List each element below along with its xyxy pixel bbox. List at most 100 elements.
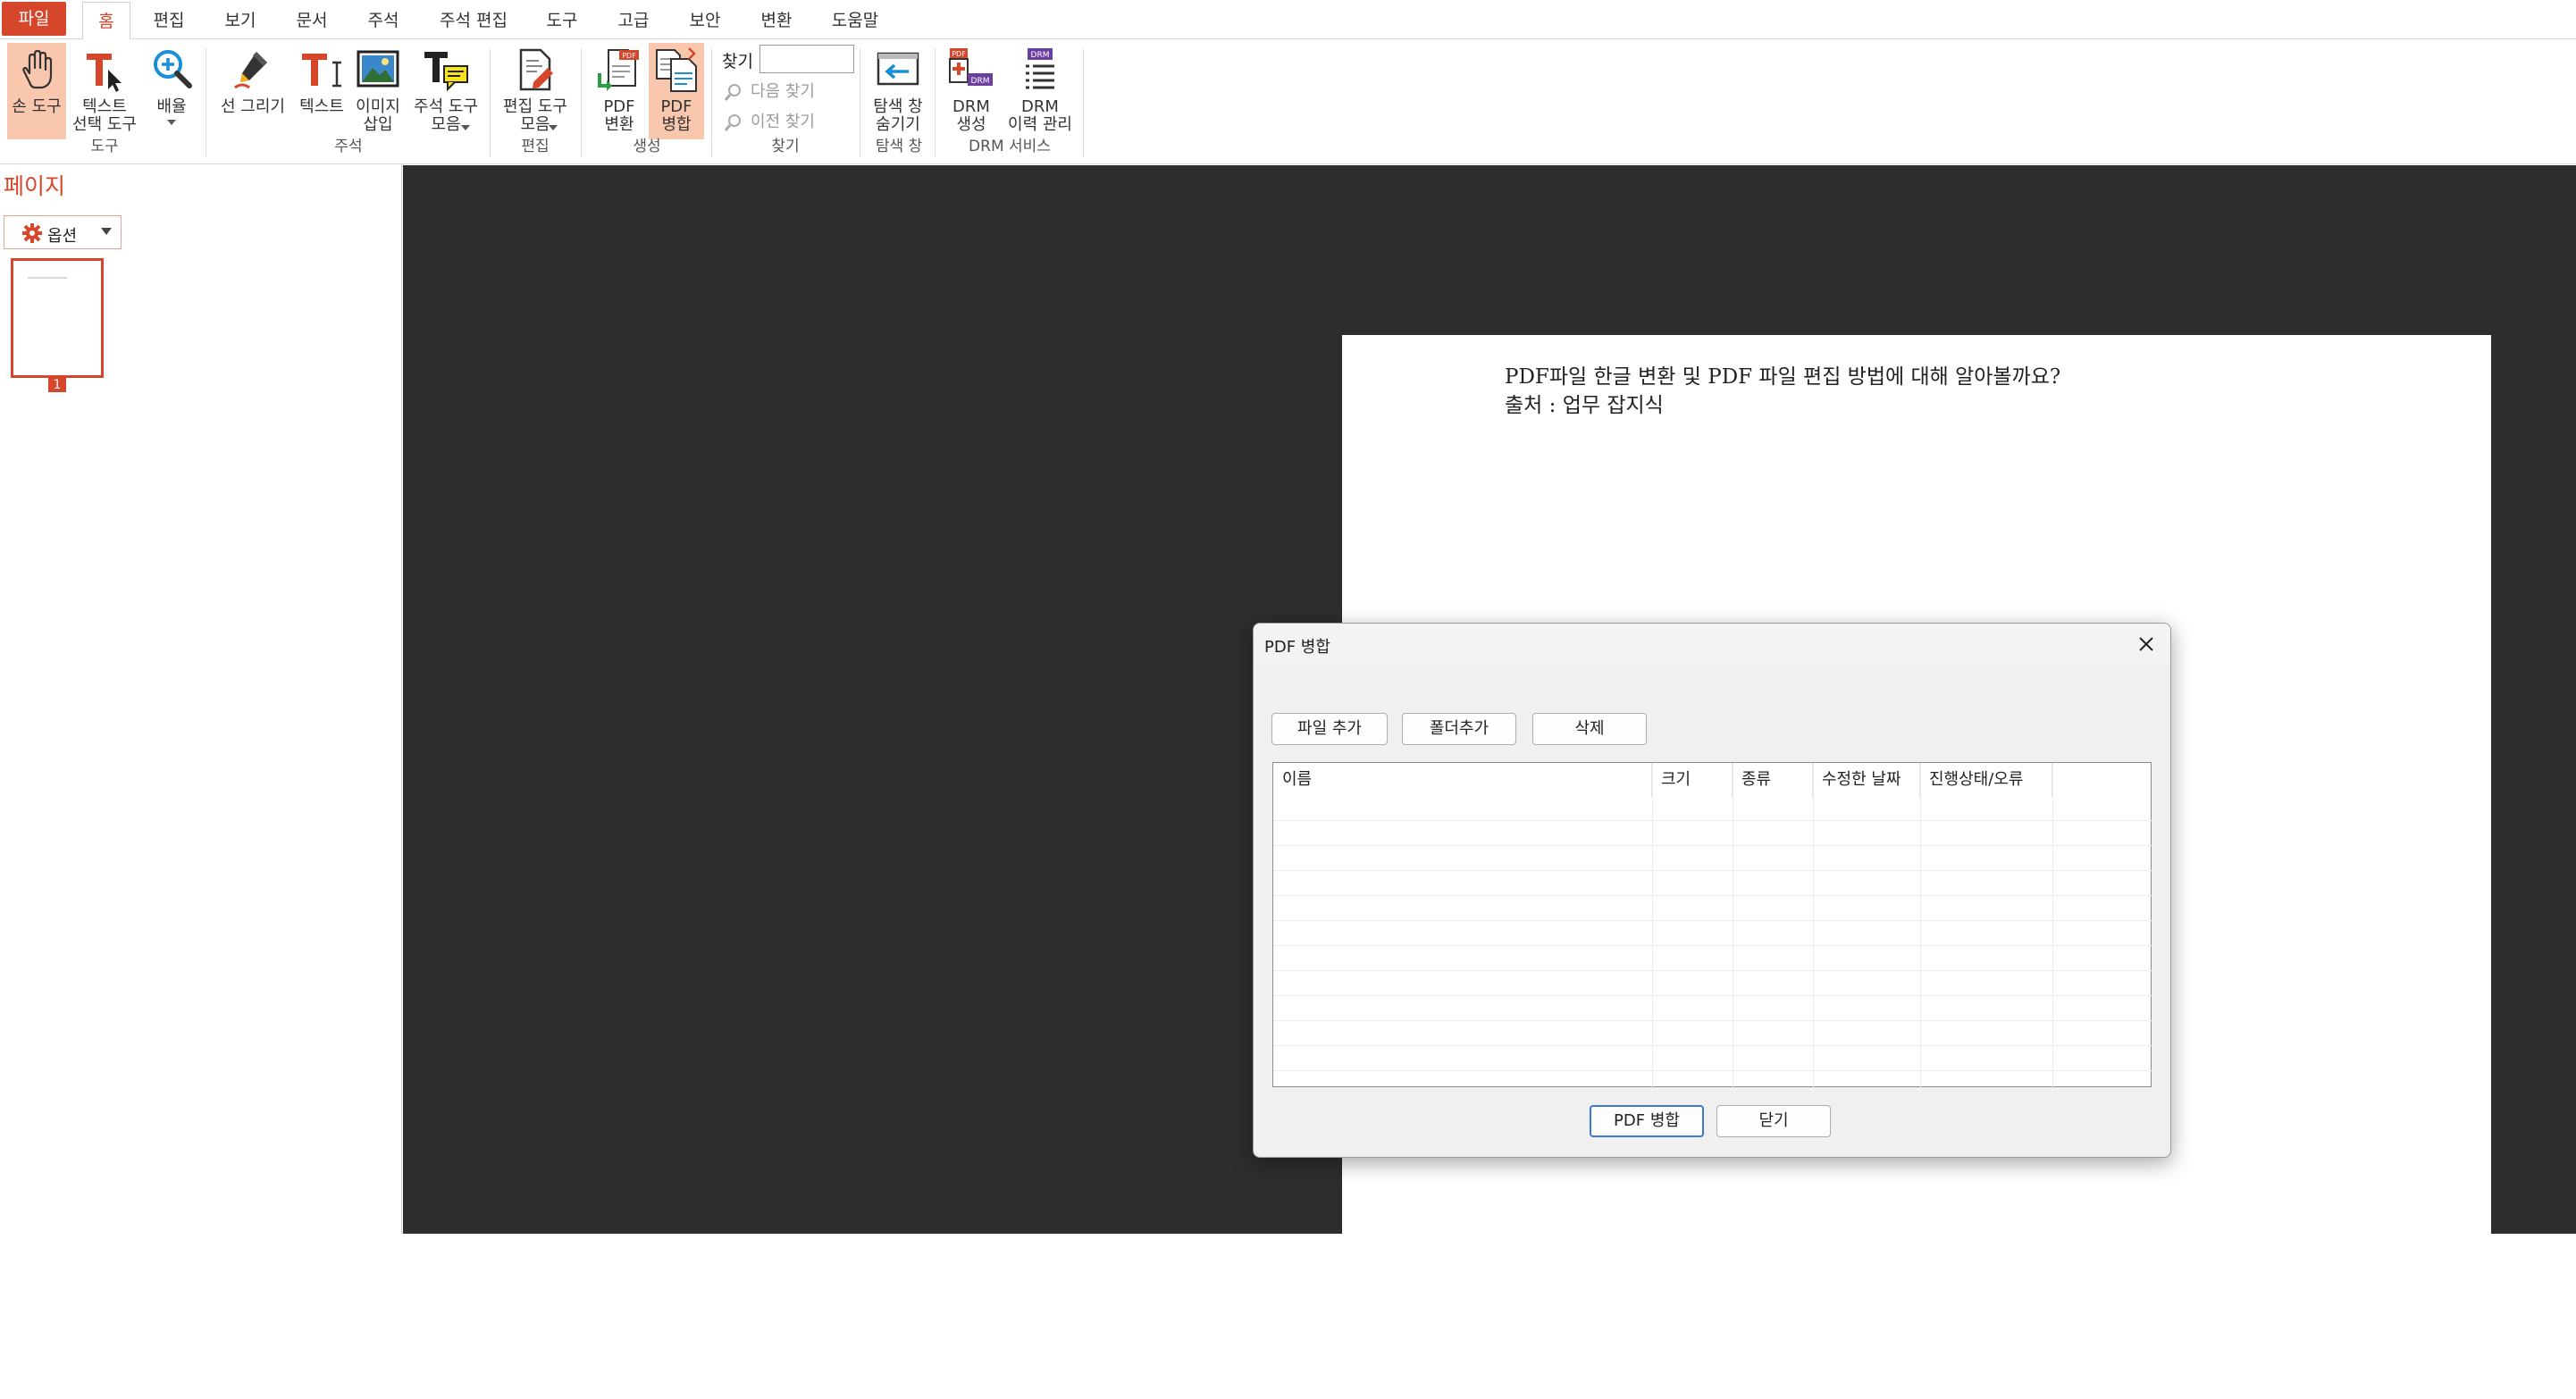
draw-line-button[interactable]: 선 그리기 <box>214 43 291 139</box>
column-header-status[interactable]: 진행상태/오류 <box>1920 763 2052 797</box>
table-row-divider <box>1273 1020 2152 1021</box>
ribbon-tab-bar: 파일 홈 편집 보기 문서 주석 주석 편집 도구 고급 보안 변환 도움말 <box>0 0 2576 40</box>
column-header-modified[interactable]: 수정한 날짜 <box>1813 763 1920 797</box>
group-label-nav: 탐색 창 <box>875 138 923 155</box>
text-button[interactable]: 텍스트 <box>295 43 348 139</box>
page-thumbnail[interactable] <box>11 258 104 378</box>
column-divider <box>1652 763 1653 1088</box>
group-label-find: 찾기 <box>771 138 800 155</box>
close-button[interactable]: 닫기 <box>1716 1105 1831 1137</box>
text-label: 텍스트 <box>299 97 344 116</box>
file-list-table[interactable]: 이름 크기 종류 수정한 날짜 진행상태/오류 <box>1272 762 2152 1088</box>
pdf-merge-button[interactable]: PDF 병합 <box>649 43 704 139</box>
close-icon[interactable] <box>2135 632 2158 656</box>
tab-advanced[interactable]: 고급 <box>611 2 656 39</box>
table-row-divider <box>1273 870 2152 871</box>
pdf-convert-label: PDF 변환 <box>603 97 635 134</box>
tab-comment[interactable]: 주석 <box>361 2 406 39</box>
column-divider <box>1813 763 1814 1088</box>
find-label: 찾기 <box>722 52 753 71</box>
dialog-title: PDF 병합 <box>1264 638 1330 657</box>
table-row-divider <box>1273 945 2152 946</box>
tab-convert[interactable]: 변환 <box>754 2 799 39</box>
column-divider <box>1920 763 1921 1088</box>
text-select-tool-label: 텍스트 선택 도구 <box>72 97 137 134</box>
add-folder-button[interactable]: 폴더추가 <box>1402 713 1516 745</box>
comment-tools-label: 주석 도구 모음 <box>414 97 478 134</box>
zoom-label: 배율 <box>156 97 187 116</box>
marker-pen-icon <box>234 52 267 89</box>
pdf-merge-icon <box>656 47 697 92</box>
group-label-tools: 도구 <box>90 138 119 155</box>
zoom-button[interactable]: 배율 <box>147 43 197 139</box>
table-row-divider <box>1273 820 2152 821</box>
table-row-divider <box>1273 1070 2152 1071</box>
tab-file[interactable]: 파일 <box>2 2 66 36</box>
text-icon <box>302 54 341 88</box>
pdf-convert-button[interactable]: PDF PDF 변환 <box>590 43 649 139</box>
group-label-drm: DRM 서비스 <box>969 138 1051 155</box>
insert-image-label: 이미지 삽입 <box>356 97 400 134</box>
insert-image-button[interactable]: 이미지 삽입 <box>352 43 404 139</box>
hide-panel-icon <box>877 52 919 86</box>
chevron-down-icon <box>101 228 112 235</box>
options-label: 옵션 <box>47 227 78 246</box>
chevron-down-icon <box>461 125 470 130</box>
column-header-type[interactable]: 종류 <box>1733 763 1813 797</box>
text-select-tool-button[interactable]: 텍스트 선택 도구 <box>68 43 141 139</box>
column-header-size[interactable]: 크기 <box>1652 763 1733 797</box>
hand-icon <box>22 49 53 89</box>
edit-tools-button[interactable]: 편집 도구 모음 <box>497 43 574 139</box>
tab-view[interactable]: 보기 <box>218 2 263 39</box>
delete-button[interactable]: 삭제 <box>1532 713 1647 745</box>
find-prev-icon <box>724 114 741 131</box>
group-separator <box>490 48 491 157</box>
drm-create-icon: PDF DRM <box>949 48 993 86</box>
options-button[interactable]: 옵션 <box>4 215 122 249</box>
edit-document-icon <box>519 48 553 91</box>
find-next-icon <box>724 84 741 101</box>
hide-nav-pane-button[interactable]: 탐색 창 숨기기 <box>867 43 929 139</box>
chevron-down-icon <box>549 125 558 130</box>
pdf-merge-dialog: PDF 병합 파일 추가 폴더추가 삭제 이름 크기 종류 수정한 날짜 진행상… <box>1253 623 2171 1158</box>
find-prev-button[interactable]: 이전 찾기 <box>724 109 815 132</box>
page-thumbnail-pane: 페이지 옵션 1 <box>0 165 402 1234</box>
drm-history-icon: DRM <box>1026 48 1054 89</box>
gear-icon <box>22 223 42 243</box>
zoom-icon <box>154 50 192 88</box>
table-row-divider <box>1273 895 2152 896</box>
group-label-comment: 주석 <box>334 138 363 155</box>
dialog-titlebar[interactable]: PDF 병합 <box>1254 624 2170 665</box>
table-row-divider <box>1273 1045 2152 1046</box>
find-next-button[interactable]: 다음 찾기 <box>724 79 815 102</box>
tab-help[interactable]: 도움말 <box>826 2 885 39</box>
group-separator <box>581 48 582 157</box>
group-separator <box>935 48 936 157</box>
drm-history-button[interactable]: DRM DRM 이력 관리 <box>1003 43 1078 139</box>
image-icon <box>357 50 399 88</box>
column-header-name[interactable]: 이름 <box>1273 763 1652 797</box>
document-text-line: 출처 : 업무 잡지식 <box>1505 394 1664 417</box>
drm-create-button[interactable]: PDF DRM DRM 생성 <box>942 43 1001 139</box>
table-row-divider <box>1273 920 2152 921</box>
table-row-divider <box>1273 970 2152 971</box>
tab-comment-edit[interactable]: 주석 편집 <box>432 2 515 39</box>
tab-tools[interactable]: 도구 <box>540 2 584 39</box>
draw-line-label: 선 그리기 <box>221 97 285 116</box>
find-input[interactable] <box>759 45 854 73</box>
tab-edit[interactable]: 편집 <box>147 2 191 39</box>
edit-tools-label: 편집 도구 모음 <box>503 97 567 134</box>
tab-home[interactable]: 홈 <box>82 2 130 40</box>
tab-document[interactable]: 문서 <box>289 2 334 39</box>
pane-title: 페이지 <box>4 173 66 199</box>
tab-security[interactable]: 보안 <box>683 2 727 39</box>
hand-tool-label: 손 도구 <box>12 97 62 116</box>
merge-pdf-button[interactable]: PDF 병합 <box>1590 1105 1704 1137</box>
hand-tool-button[interactable]: 손 도구 <box>7 43 66 139</box>
comment-tools-button[interactable]: 주석 도구 모음 <box>407 43 484 139</box>
page-number-badge: 1 <box>48 378 66 392</box>
column-divider <box>2052 763 2053 1088</box>
svg-text:DRM: DRM <box>1031 51 1050 60</box>
add-file-button[interactable]: 파일 추가 <box>1271 713 1388 745</box>
group-separator <box>1083 48 1084 157</box>
